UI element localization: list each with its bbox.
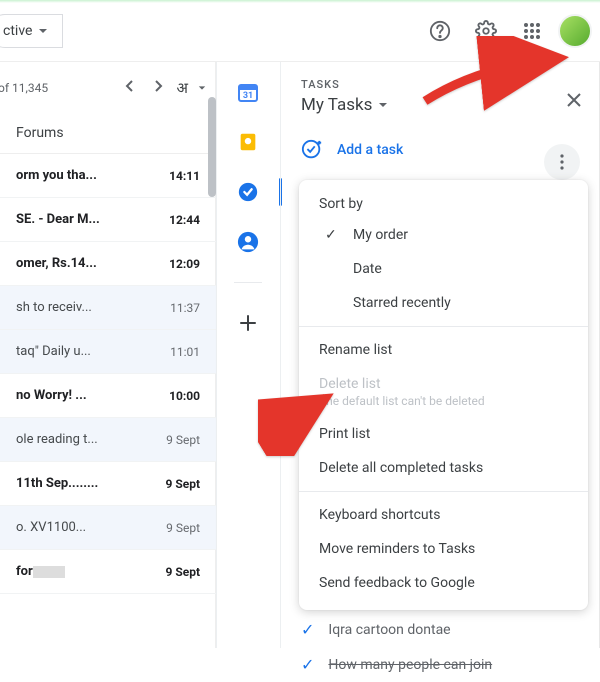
keyboard-shortcuts[interactable]: Keyboard shortcuts <box>299 498 588 532</box>
email-snippet: sh to receiv... <box>16 300 92 315</box>
send-feedback[interactable]: Send feedback to Google <box>299 566 588 600</box>
caret-down-icon <box>38 26 48 36</box>
list-options-button[interactable] <box>544 144 580 180</box>
email-snippet: for <box>16 564 65 579</box>
email-time: 9 Sept <box>166 521 200 535</box>
tasks-app-icon[interactable] <box>232 176 264 208</box>
contacts-app-icon[interactable] <box>232 226 264 258</box>
email-snippet: omer, Rs.14... <box>16 256 97 271</box>
sort-by-heading: Sort by <box>299 190 588 218</box>
check-icon: ✓ <box>301 655 314 674</box>
sort-date[interactable]: Date <box>299 252 588 286</box>
email-snippet: SE. - Dear M... <box>16 212 100 227</box>
add-task-label: Add a task <box>337 142 403 158</box>
prev-page-icon[interactable] <box>121 76 139 99</box>
filter-label: ctive <box>3 23 32 39</box>
email-time: 10:00 <box>169 389 200 403</box>
add-addon-icon[interactable] <box>232 307 264 339</box>
email-time: 9 Sept <box>165 477 200 491</box>
keep-app-icon[interactable] <box>232 126 264 158</box>
calendar-app-icon[interactable]: 31 <box>232 76 264 108</box>
next-page-icon[interactable] <box>149 76 167 99</box>
task-title: Iqra cartoon dontae <box>328 622 450 638</box>
caret-down-icon <box>198 84 206 92</box>
add-task-icon <box>301 139 323 161</box>
move-reminders[interactable]: Move reminders to Tasks <box>299 532 588 566</box>
annotation-arrow <box>420 36 580 120</box>
email-time: 9 Sept <box>165 565 200 579</box>
email-row[interactable]: taq" Daily u... 11:01 <box>0 330 216 374</box>
email-snippet: no Worry! ... <box>16 388 87 403</box>
sort-starred-recently[interactable]: Starred recently <box>299 286 588 320</box>
email-time: 11:01 <box>170 345 200 359</box>
email-time: 14:11 <box>169 169 200 183</box>
email-snippet: o. XV1100... <box>16 520 86 535</box>
email-row[interactable]: SE. - Dear M... 12:44 <box>0 198 216 242</box>
sort-my-order[interactable]: My order <box>299 218 588 252</box>
email-time: 9 Sept <box>166 433 200 447</box>
side-panel-rail: 31 <box>216 62 280 648</box>
email-snippet: orm you tha... <box>16 168 97 183</box>
email-snippet: taq" Daily u... <box>16 344 91 359</box>
filter-active-chip[interactable]: ctive <box>0 14 63 48</box>
email-row[interactable]: orm you tha... 14:11 <box>0 154 216 198</box>
tasks-panel: TASKS My Tasks Add a task Sort by My ord… <box>280 62 600 648</box>
email-snippet: ole reading t... <box>16 432 98 447</box>
email-time: 11:37 <box>170 301 200 315</box>
email-row[interactable]: for 9 Sept <box>0 550 216 594</box>
completed-task[interactable]: ✓ How many people can join <box>301 647 590 682</box>
email-row[interactable]: sh to receiv... 11:37 <box>0 286 216 330</box>
rename-list[interactable]: Rename list <box>299 333 588 367</box>
email-time: 12:09 <box>169 257 200 271</box>
message-count: of 11,345 <box>0 81 48 95</box>
scrollbar-thumb[interactable] <box>208 97 216 197</box>
email-snippet: 11th Sep........ <box>16 476 98 491</box>
email-row[interactable]: o. XV1100... 9 Sept <box>0 506 216 550</box>
task-title: How many people can join <box>328 657 492 673</box>
svg-text:31: 31 <box>243 91 253 101</box>
inbox-column: of 11,345 अ Forums orm you tha... 14:11 SE… <box>0 62 216 648</box>
email-row[interactable]: no Worry! ... 10:00 <box>0 374 216 418</box>
email-row[interactable]: omer, Rs.14... 12:09 <box>0 242 216 286</box>
email-row[interactable]: ole reading t... 9 Sept <box>0 418 216 462</box>
input-language-toggle[interactable]: अ <box>177 78 188 98</box>
more-vertical-icon <box>560 154 564 170</box>
caret-down-icon <box>378 100 388 110</box>
email-time: 12:44 <box>169 213 200 227</box>
check-icon: ✓ <box>301 620 314 639</box>
category-tab-forums[interactable]: Forums <box>0 113 216 154</box>
task-list-name: My Tasks <box>301 95 372 115</box>
email-row[interactable]: 11th Sep........ 9 Sept <box>0 462 216 506</box>
completed-task[interactable]: ✓ Iqra cartoon dontae <box>301 612 590 647</box>
annotation-arrow <box>258 386 348 460</box>
